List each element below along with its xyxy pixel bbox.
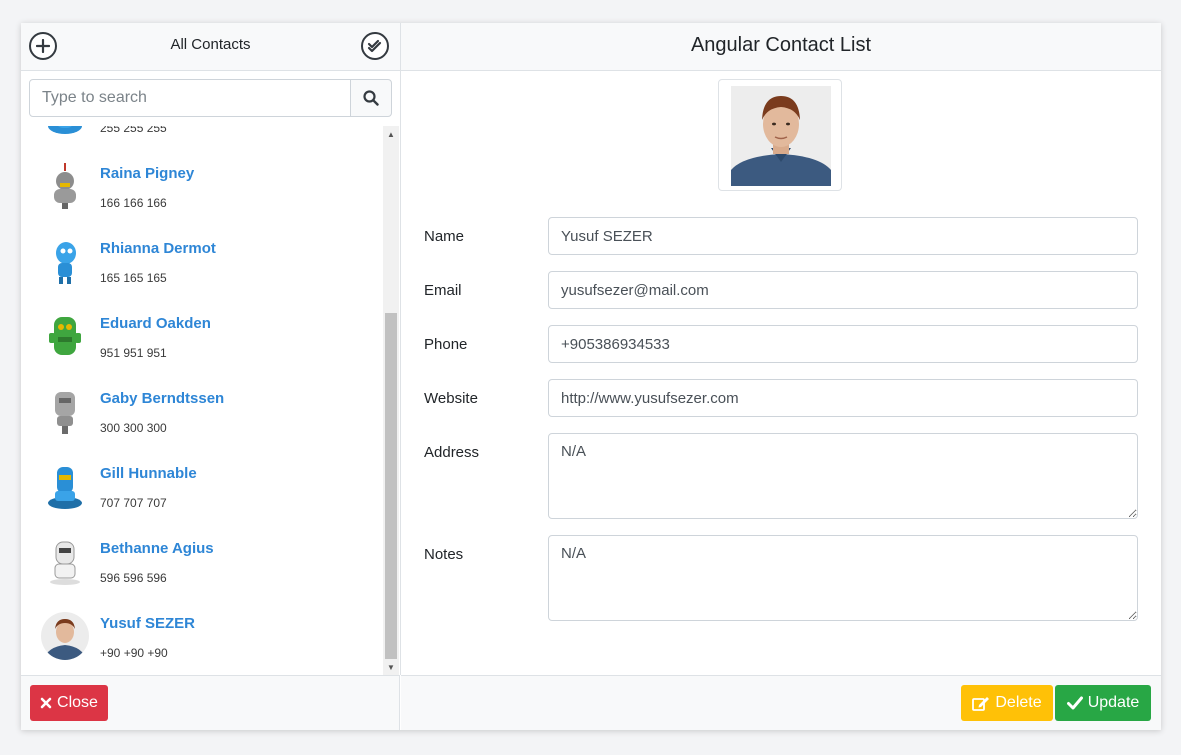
search-bar xyxy=(29,79,392,117)
search-button[interactable] xyxy=(350,79,392,117)
edit-icon xyxy=(972,696,990,711)
sidebar-title: All Contacts xyxy=(170,36,251,53)
search-icon xyxy=(363,90,379,106)
contact-name: Eduard Oakden xyxy=(100,315,211,332)
contact-name: Gaby Berndtssen xyxy=(100,390,225,407)
contact-item[interactable]: Bethanne Agius 596 596 596 xyxy=(21,526,383,601)
double-check-circle-icon xyxy=(367,39,382,53)
contact-name: Yusuf SEZER xyxy=(100,615,196,632)
contact-name: Bethanne Agius xyxy=(100,540,214,557)
green-robot-avatar xyxy=(40,311,90,361)
detail-header: Angular Contact List xyxy=(401,23,1161,71)
grey-robot-avatar xyxy=(40,161,90,211)
phone-label: Phone xyxy=(424,336,468,353)
website-label: Website xyxy=(424,390,478,407)
blue-robot-avatar xyxy=(40,236,90,286)
contact-item[interactable]: Rhianna Dermot 165 165 165 xyxy=(21,226,383,301)
contact-photo-frame xyxy=(718,79,842,191)
contact-item[interactable]: Yusuf SEZER +90 +90 +90 xyxy=(21,601,383,675)
contact-phone: 300 300 300 xyxy=(100,421,167,435)
contact-item[interactable]: Gaby Berndtssen 300 300 300 xyxy=(21,376,383,451)
grey-robot-avatar xyxy=(40,386,90,436)
close-button[interactable]: Close xyxy=(30,685,108,721)
name-label: Name xyxy=(424,228,465,245)
contact-phone: +90 +90 +90 xyxy=(100,646,168,660)
contact-list: 255 255 255 Raina Pigney 166 166 166 Rhi… xyxy=(21,126,383,675)
contact-phone: 165 165 165 xyxy=(100,271,167,285)
contact-name: Gill Hunnable xyxy=(100,465,197,482)
notes-label: Notes xyxy=(424,546,464,563)
contact-phone: 255 255 255 xyxy=(100,126,167,135)
contact-phone: 166 166 166 xyxy=(100,196,167,210)
close-button-label: Close xyxy=(57,694,98,711)
contact-phone: 707 707 707 xyxy=(100,496,167,510)
search-input[interactable] xyxy=(29,79,351,117)
contact-name: Raina Pigney xyxy=(100,165,195,182)
notes-field[interactable]: N/A xyxy=(548,535,1138,621)
contacts-card: All Contacts Type to search 255 255 255 … xyxy=(21,23,1161,730)
delete-button[interactable]: Delete xyxy=(961,685,1053,721)
contact-list-scrollbar[interactable]: ▲ ▼ xyxy=(383,126,399,675)
contact-item[interactable]: 255 255 255 xyxy=(21,126,383,151)
scroll-up-arrow-icon[interactable]: ▲ xyxy=(383,126,399,142)
email-field[interactable] xyxy=(548,271,1138,309)
person-photo-avatar xyxy=(40,611,90,661)
scrollbar-thumb[interactable] xyxy=(385,313,397,659)
page-title: Angular Contact List xyxy=(690,34,872,56)
times-icon xyxy=(40,697,52,709)
contact-photo xyxy=(731,86,831,186)
sidebar-header: All Contacts xyxy=(21,23,400,71)
delete-button-label: Delete xyxy=(995,694,1042,711)
add-contact-button[interactable] xyxy=(29,32,57,60)
contact-item[interactable]: Gill Hunnable 707 707 707 xyxy=(21,451,383,526)
update-button[interactable]: Update xyxy=(1055,685,1151,721)
contact-name: Rhianna Dermot xyxy=(100,240,216,257)
blue-robot-avatar xyxy=(40,461,90,511)
white-robot-avatar xyxy=(40,536,90,586)
email-label: Email xyxy=(424,282,462,299)
blue-robot-avatar xyxy=(40,126,90,136)
phone-field[interactable] xyxy=(548,325,1138,363)
contact-phone: 596 596 596 xyxy=(100,571,167,585)
address-field[interactable]: N/A xyxy=(548,433,1138,519)
website-field[interactable] xyxy=(548,379,1138,417)
plus-circle-icon xyxy=(36,39,50,53)
name-field[interactable] xyxy=(548,217,1138,255)
scroll-down-arrow-icon[interactable]: ▼ xyxy=(383,659,399,675)
contact-phone: 951 951 951 xyxy=(100,346,167,360)
check-icon xyxy=(1066,696,1083,710)
update-button-label: Update xyxy=(1087,694,1140,711)
contact-item[interactable]: Raina Pigney 166 166 166 xyxy=(21,151,383,226)
contact-item[interactable]: Eduard Oakden 951 951 951 xyxy=(21,301,383,376)
address-label: Address xyxy=(424,444,480,461)
select-all-button[interactable] xyxy=(361,32,389,60)
contacts-sidebar: All Contacts Type to search 255 255 255 … xyxy=(21,23,401,675)
